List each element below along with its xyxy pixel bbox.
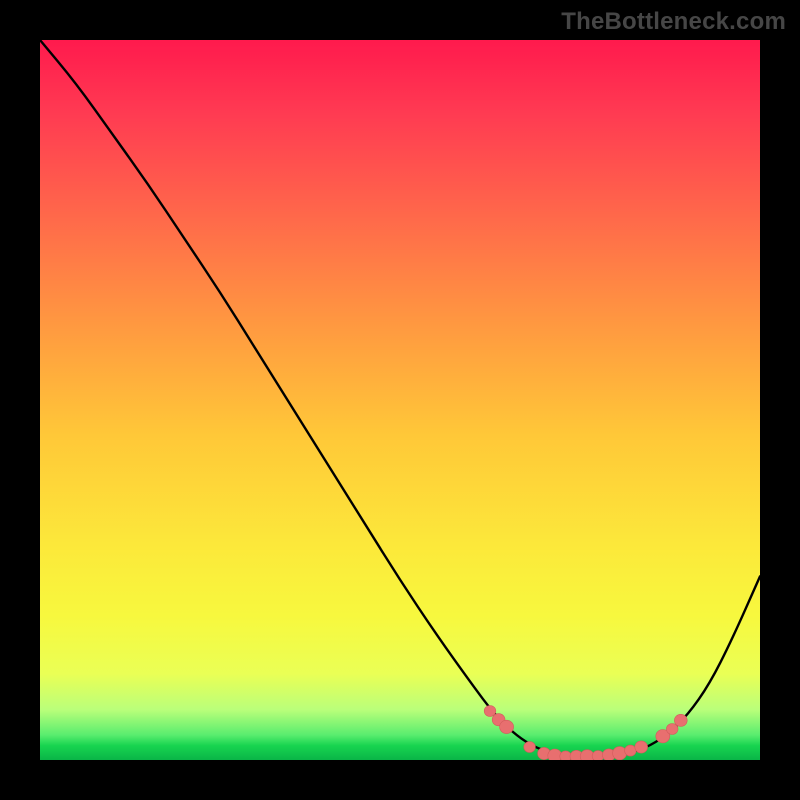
heat-gradient-background bbox=[40, 40, 760, 760]
chart-frame: TheBottleneck.com bbox=[0, 0, 800, 800]
watermark-text: TheBottleneck.com bbox=[561, 8, 786, 36]
plot-area bbox=[40, 40, 760, 760]
